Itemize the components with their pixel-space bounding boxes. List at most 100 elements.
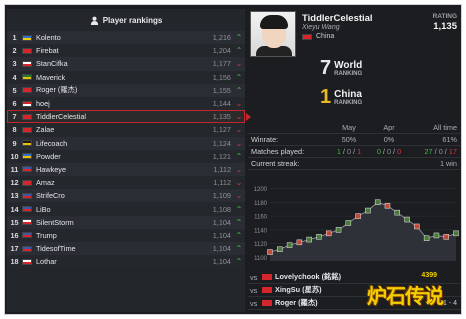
ranking-row[interactable]: 13 StrifeCro 1,109 ⌄ — [7, 189, 245, 203]
country-flag-icon — [22, 74, 32, 81]
player-detail-panel: TiddlerCelestial Xieyu Wang China RATING… — [248, 9, 461, 312]
ranking-row[interactable]: 4 Maverick 1,156 ⌃ — [7, 70, 245, 84]
country-flag-icon — [22, 113, 32, 120]
player-name-link[interactable]: TiddlerCelestial — [36, 112, 209, 121]
country-flag-icon — [22, 60, 32, 67]
player-name-link[interactable]: Powder — [36, 152, 209, 161]
player-rating: 1,135 — [212, 112, 231, 122]
chart-point — [296, 239, 303, 246]
player-rating: 1,104 — [212, 230, 231, 240]
country-rank-number: 1 — [320, 86, 332, 108]
stats-header-row: May Apr All time — [248, 122, 461, 134]
country-flag-icon — [22, 232, 32, 239]
stats-header-apr: Apr — [383, 123, 395, 132]
player-name-link[interactable]: Kolento — [36, 33, 209, 42]
chart-area — [270, 202, 456, 261]
player-name-link[interactable]: Roger (羅杰) — [36, 85, 209, 95]
vs-label: vs — [250, 298, 258, 308]
player-rating: 1,216 — [212, 33, 231, 43]
ranking-row[interactable]: 14 LiBo 1,108 ⌃ — [7, 202, 245, 216]
ranking-row[interactable]: 16 Trump 1,104 ⌃ — [7, 228, 245, 242]
chart-point — [374, 199, 381, 206]
player-rating: 1,124 — [212, 138, 231, 148]
player-name-link[interactable]: LiBo — [36, 205, 209, 214]
ranking-row[interactable]: 3 StanCifka 1,177 ⌄ — [7, 57, 245, 71]
player-name-link[interactable]: TidesofTime — [36, 244, 209, 253]
ranking-row[interactable]: 5 Roger (羅杰) 1,155 ⌃ — [7, 83, 245, 97]
player-name-link[interactable]: Hawkeye — [36, 165, 209, 174]
ranking-row[interactable]: 17 TidesofTime 1,104 ⌃ — [7, 242, 245, 256]
player-name-link[interactable]: Amaz — [36, 178, 209, 187]
ranking-row[interactable]: 9 Lifecoach 1,124 ⌄ — [7, 136, 245, 150]
player-rating: 1,112 — [213, 178, 231, 188]
trend-up-icon: ⌃ — [235, 85, 243, 95]
china-flag-icon — [262, 274, 272, 280]
vs-label: vs — [250, 285, 258, 295]
streak-value: 1 win — [439, 159, 457, 168]
player-rating: 1,121 — [212, 151, 231, 161]
trend-down-icon: ⌄ — [235, 125, 243, 135]
player-rating: 1,155 — [212, 85, 231, 95]
chart-point — [394, 209, 401, 216]
chart-point — [384, 202, 391, 209]
trend-down-icon: ⌄ — [235, 191, 243, 201]
ranking-row[interactable]: 18 Lothar 1,104 ⌃ — [7, 255, 245, 269]
ranking-row[interactable]: 10 Powder 1,121 ⌃ — [7, 149, 245, 163]
chart-point — [355, 213, 361, 219]
player-name-link[interactable]: hoej — [36, 99, 209, 108]
user-icon — [90, 16, 98, 25]
player-name: TiddlerCelestial — [302, 13, 373, 24]
opponent-name[interactable]: Lovelychook (銘銘) — [275, 272, 341, 282]
player-rating: 1,108 — [212, 204, 231, 214]
world-rank-label: World — [334, 59, 363, 71]
player-name-link[interactable]: Lifecoach — [36, 139, 209, 148]
rank-number: 17 — [10, 244, 19, 254]
ranking-row[interactable]: 12 Amaz 1,112 ⌄ — [7, 176, 245, 190]
player-name-link[interactable]: Trump — [36, 231, 209, 240]
trend-up-icon: ⌃ — [235, 244, 243, 254]
player-name-link[interactable]: SilentStorm — [36, 218, 209, 227]
rank-number: 16 — [10, 230, 19, 240]
ranking-row[interactable]: 2 Firebat 1,204 ⌃ — [7, 44, 245, 58]
chart-point — [286, 242, 293, 248]
player-name-link[interactable]: StanCifka — [36, 59, 209, 68]
world-rank-sub: RANKING — [334, 70, 363, 77]
rank-number: 9 — [12, 138, 17, 148]
country-flag-icon — [22, 47, 32, 54]
chart-point — [325, 230, 332, 237]
logo-main: 炉石传说 — [367, 286, 444, 308]
chart-point — [443, 234, 449, 240]
rank-number: 18 — [10, 257, 19, 267]
player-name-link[interactable]: Firebat — [36, 46, 209, 55]
player-name-link[interactable]: Zalae — [36, 125, 209, 134]
chart-point — [453, 230, 459, 237]
ranking-row[interactable]: 6 hoej 1,144 ⌄ — [7, 96, 245, 111]
country-flag-icon — [22, 153, 32, 160]
matches-played-row: Matches played: 1 / 0 / 1 0 / 0 / 0 27 /… — [248, 146, 461, 158]
ranking-row[interactable]: 8 Zalae 1,127 ⌄ — [7, 123, 245, 137]
player-rating: 1,177 — [212, 59, 231, 69]
ranking-row[interactable]: 7 TiddlerCelestial 1,135 ⌄ — [7, 110, 251, 124]
opponent-name[interactable]: Roger (羅杰) — [275, 298, 318, 308]
ranking-row[interactable]: 1 Kolento 1,216 ⌃ — [7, 31, 245, 45]
rank-number: 7 — [12, 112, 17, 122]
ranking-row[interactable]: 11 Hawkeye 1,112 ⌄ — [7, 162, 245, 177]
winrate-may: 50% — [341, 135, 357, 144]
logo-sub: 4399 — [421, 272, 437, 279]
chart-point — [277, 246, 283, 253]
country-flag-icon — [22, 192, 32, 199]
chart-point — [345, 220, 352, 226]
ranking-row[interactable]: 15 SilentStorm 1,104 ⌃ — [7, 215, 245, 229]
chart-point — [414, 223, 420, 230]
player-name-link[interactable]: Maverick — [36, 73, 209, 82]
chart-y-tick-label: 1120 — [254, 242, 268, 248]
winrate-label: Winrate: — [251, 135, 279, 144]
player-rating: 1,156 — [212, 72, 231, 82]
rank-number: 11 — [10, 164, 19, 174]
player-name-link[interactable]: Lothar — [36, 257, 209, 266]
rank-number: 6 — [12, 99, 17, 109]
trend-up-icon: ⌃ — [235, 204, 243, 214]
country-flag-icon — [22, 34, 32, 41]
player-name-link[interactable]: StrifeCro — [36, 191, 209, 200]
opponent-name[interactable]: XingSu (星苏) — [275, 285, 322, 295]
